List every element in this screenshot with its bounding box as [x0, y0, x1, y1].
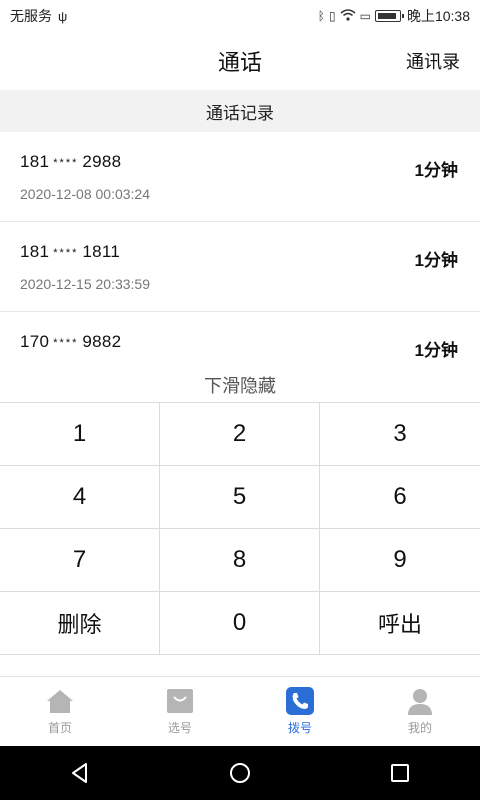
tab-dial[interactable]: 拨号 [240, 677, 360, 746]
call-history-header: 通话记录 [0, 90, 480, 132]
call-number: 170 **** 9882 [20, 332, 122, 351]
carrier-text: 无服务 [10, 8, 52, 24]
battery-icon [374, 10, 404, 22]
dial-keypad: 1 2 3 4 5 6 7 8 9 删除 0 呼出 [0, 402, 480, 655]
back-icon[interactable] [69, 762, 91, 784]
delete-button[interactable]: 删除 [0, 592, 160, 655]
sim-icon: ▭ [359, 9, 371, 23]
tab-mine[interactable]: 我的 [360, 677, 480, 746]
status-time: 晚上10:38 [406, 8, 470, 24]
call-duration: 1分钟 [414, 161, 458, 180]
contacts-button[interactable]: 通讯录 [406, 48, 460, 74]
tab-select-number[interactable]: 选号 [120, 677, 240, 746]
call-record-row[interactable]: 181 **** 2988 2020-12-08 00:03:24 1分钟 [0, 132, 480, 222]
key-3[interactable]: 3 [320, 403, 480, 466]
home-icon [45, 687, 75, 715]
key-6[interactable]: 6 [320, 466, 480, 529]
home-nav-icon[interactable] [228, 761, 252, 785]
key-8[interactable]: 8 [160, 529, 320, 592]
tab-home-label: 首页 [47, 721, 72, 735]
bottom-tab-bar: 首页 选号 拨号 我的 [0, 676, 480, 746]
call-duration: 1分钟 [414, 251, 458, 270]
call-list: 181 **** 2988 2020-12-08 00:03:24 1分钟 181 *… [0, 132, 480, 402]
usb-icon: ψ [58, 8, 68, 24]
call-duration: 1分钟 [414, 341, 458, 360]
app-header: 通话 通讯录 [0, 32, 480, 90]
tab-dial-label: 拨号 [287, 721, 312, 735]
bluetooth-icon: ᛒ [317, 9, 325, 23]
page-title: 通话 [217, 50, 262, 75]
call-number: 181 **** 2988 [20, 152, 122, 171]
key-4[interactable]: 4 [0, 466, 160, 529]
status-left: 无服务 ψ [10, 6, 67, 26]
key-5[interactable]: 5 [160, 466, 320, 529]
phone-icon [285, 687, 315, 715]
tab-mine-label: 我的 [407, 721, 432, 735]
key-2[interactable]: 2 [160, 403, 320, 466]
tab-home[interactable]: 首页 [0, 677, 120, 746]
swipe-down-hide-hint[interactable]: 下滑隐藏 [0, 372, 480, 398]
key-0[interactable]: 0 [160, 592, 320, 655]
vibrate-icon: ▯ [329, 9, 336, 23]
call-time: 2020-12-08 00:03:24 [20, 186, 150, 202]
status-icons: ᛒ ▯ ▭ [317, 8, 404, 24]
system-nav-bar [0, 746, 480, 800]
call-button[interactable]: 呼出 [320, 592, 480, 655]
wifi-icon [340, 8, 356, 24]
select-number-icon [165, 687, 195, 715]
key-9[interactable]: 9 [320, 529, 480, 592]
status-bar: 无服务 ψ ᛒ ▯ ▭ 晚上10:38 [0, 0, 480, 32]
key-7[interactable]: 7 [0, 529, 160, 592]
recents-icon[interactable] [389, 762, 411, 784]
call-number: 181 **** 1811 [20, 242, 121, 261]
call-time: 2020-12-15 20:33:59 [20, 276, 150, 292]
status-right: ᛒ ▯ ▭ 晚上10:38 [318, 6, 470, 26]
call-record-row[interactable]: 181 **** 1811 2020-12-15 20:33:59 1分钟 [0, 222, 480, 312]
user-icon [405, 687, 435, 715]
tab-select-number-label: 选号 [167, 721, 192, 735]
key-1[interactable]: 1 [0, 403, 160, 466]
